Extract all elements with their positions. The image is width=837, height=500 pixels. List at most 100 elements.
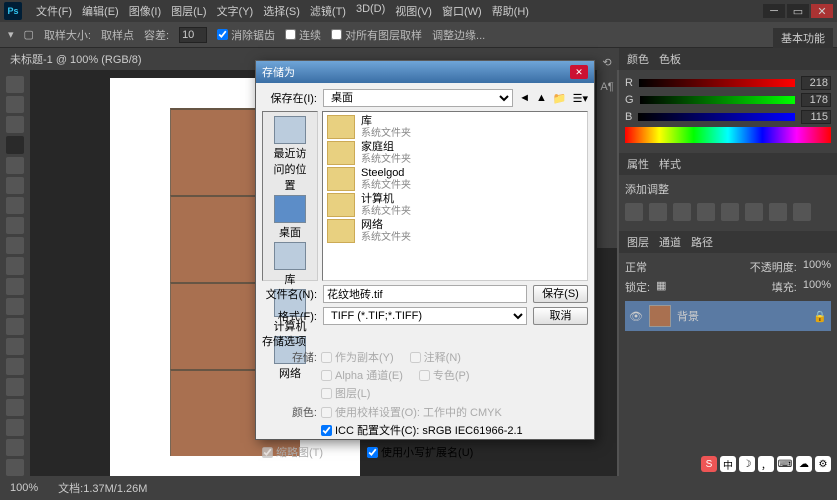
bw-adj-icon[interactable] [793, 203, 811, 221]
list-item[interactable]: 库系统文件夹 [325, 114, 585, 140]
properties-tab[interactable]: 属性 [627, 156, 649, 172]
cancel-button[interactable]: 取消 [533, 307, 588, 325]
blend-mode-select[interactable]: 正常 [625, 259, 647, 275]
magic-wand-tool[interactable] [6, 136, 24, 153]
ime-cloud-icon[interactable]: ☁ [796, 456, 812, 472]
layer-name[interactable]: 背景 [677, 308, 699, 324]
balance-adj-icon[interactable] [769, 203, 787, 221]
hue-adj-icon[interactable] [745, 203, 763, 221]
ime-moon-icon[interactable]: ☽ [739, 456, 755, 472]
g-value[interactable]: 178 [801, 93, 831, 107]
menu-3d[interactable]: 3D(D) [352, 1, 389, 21]
eyedropper-tool[interactable] [6, 177, 24, 194]
place-desktop[interactable]: 桌面 [269, 195, 311, 240]
list-item[interactable]: 家庭组系统文件夹 [325, 140, 585, 166]
vibrance-adj-icon[interactable] [721, 203, 739, 221]
ime-keyboard-icon[interactable]: ⌨ [777, 456, 793, 472]
refine-edge-button[interactable]: 调整边缘... [432, 27, 485, 43]
back-icon[interactable]: ◄ [519, 92, 530, 104]
spot-checkbox[interactable]: 专色(P) [419, 367, 470, 383]
list-item[interactable]: 网络系统文件夹 [325, 218, 585, 244]
channels-tab[interactable]: 通道 [659, 234, 681, 250]
b-value[interactable]: 115 [801, 110, 831, 124]
r-value[interactable]: 218 [801, 76, 831, 90]
fill-value[interactable]: 100% [803, 279, 831, 295]
zoom-tool[interactable] [6, 459, 24, 476]
lock-pixels-icon[interactable]: ▦ [656, 279, 666, 295]
history-brush-tool[interactable] [6, 257, 24, 274]
minimize-button[interactable]: ─ [763, 4, 785, 18]
layers-tab[interactable]: 图层 [627, 234, 649, 250]
proof-checkbox[interactable]: 使用校样设置(O): 工作中的 CMYK [321, 404, 523, 420]
layers-checkbox[interactable]: 图层(L) [321, 385, 470, 401]
lasso-tool[interactable] [6, 116, 24, 133]
document-tab[interactable]: 未标题-1 @ 100% (RGB/8) [10, 51, 142, 67]
menu-select[interactable]: 选择(S) [259, 1, 304, 21]
type-tool[interactable] [6, 378, 24, 395]
hand-tool[interactable] [6, 439, 24, 456]
menu-filter[interactable]: 滤镜(T) [306, 1, 350, 21]
icc-checkbox[interactable]: ICC 配置文件(C): sRGB IEC61966-2.1 [321, 422, 523, 438]
dialog-close-button[interactable]: ✕ [570, 65, 588, 79]
zoom-value[interactable]: 100% [10, 482, 38, 494]
styles-tab[interactable]: 样式 [659, 156, 681, 172]
new-folder-icon[interactable]: 📁 [553, 92, 567, 105]
ime-punct-icon[interactable]: ， [758, 456, 774, 472]
color-tab[interactable]: 颜色 [627, 51, 649, 67]
path-select-tool[interactable] [6, 399, 24, 416]
maximize-button[interactable]: ▭ [787, 4, 809, 18]
menu-view[interactable]: 视图(V) [391, 1, 436, 21]
levels-adj-icon[interactable] [649, 203, 667, 221]
crop-tool[interactable] [6, 157, 24, 174]
as-copy-checkbox[interactable]: 作为副本(Y) [321, 349, 394, 365]
dialog-titlebar[interactable]: 存储为 ✕ [256, 61, 594, 83]
lowercase-ext-checkbox[interactable]: 使用小写扩展名(U) [367, 444, 473, 460]
visibility-icon[interactable]: 👁 [629, 310, 643, 323]
tolerance-input[interactable] [179, 27, 207, 43]
ime-settings-icon[interactable]: ⚙ [815, 456, 831, 472]
exposure-adj-icon[interactable] [697, 203, 715, 221]
swatches-tab[interactable]: 色板 [659, 51, 681, 67]
all-layers-checkbox[interactable]: 对所有图层取样 [331, 27, 422, 43]
notes-checkbox[interactable]: 注释(N) [410, 349, 461, 365]
filename-input[interactable] [323, 285, 527, 303]
dodge-tool[interactable] [6, 338, 24, 355]
view-menu-icon[interactable]: ☰▾ [573, 92, 588, 105]
marquee-tool[interactable] [6, 96, 24, 113]
color-spectrum[interactable] [625, 127, 831, 143]
r-slider[interactable] [639, 79, 795, 87]
thumbnail-checkbox[interactable]: 缩略图(T) [262, 444, 323, 460]
gradient-tool[interactable] [6, 298, 24, 315]
doc-info[interactable]: 文档:1.37M/1.26M [58, 480, 147, 496]
brush-tool[interactable] [6, 217, 24, 234]
menu-help[interactable]: 帮助(H) [488, 1, 533, 21]
brightness-adj-icon[interactable] [625, 203, 643, 221]
antialias-checkbox[interactable]: 消除锯齿 [217, 27, 275, 43]
character-panel-icon[interactable]: A¶ [600, 81, 613, 93]
file-list[interactable]: 库系统文件夹 家庭组系统文件夹 Steelgod系统文件夹 计算机系统文件夹 网… [322, 111, 588, 281]
tool-preset-icon[interactable]: ▾ [8, 28, 14, 41]
pen-tool[interactable] [6, 358, 24, 375]
save-button[interactable]: 保存(S) [533, 285, 588, 303]
menu-edit[interactable]: 编辑(E) [78, 1, 123, 21]
alpha-checkbox[interactable]: Alpha 通道(E) [321, 367, 403, 383]
menu-image[interactable]: 图像(I) [125, 1, 165, 21]
menu-layer[interactable]: 图层(L) [167, 1, 210, 21]
opacity-value[interactable]: 100% [803, 259, 831, 275]
stamp-tool[interactable] [6, 237, 24, 254]
menu-text[interactable]: 文字(Y) [213, 1, 258, 21]
ime-cn-icon[interactable]: 中 [720, 456, 736, 472]
move-tool[interactable] [6, 76, 24, 93]
curves-adj-icon[interactable] [673, 203, 691, 221]
g-slider[interactable] [640, 96, 795, 104]
layer-row[interactable]: 👁 背景 🔒 [625, 301, 831, 331]
blur-tool[interactable] [6, 318, 24, 335]
shape-tool[interactable] [6, 419, 24, 436]
place-recent[interactable]: 最近访问的位置 [269, 116, 311, 193]
place-libraries[interactable]: 库 [269, 242, 311, 287]
save-in-select[interactable]: 桌面 [323, 89, 513, 107]
menu-window[interactable]: 窗口(W) [438, 1, 486, 21]
eraser-tool[interactable] [6, 278, 24, 295]
up-icon[interactable]: ▲ [536, 92, 547, 104]
format-select[interactable]: TIFF (*.TIF;*.TIFF) [323, 307, 527, 325]
